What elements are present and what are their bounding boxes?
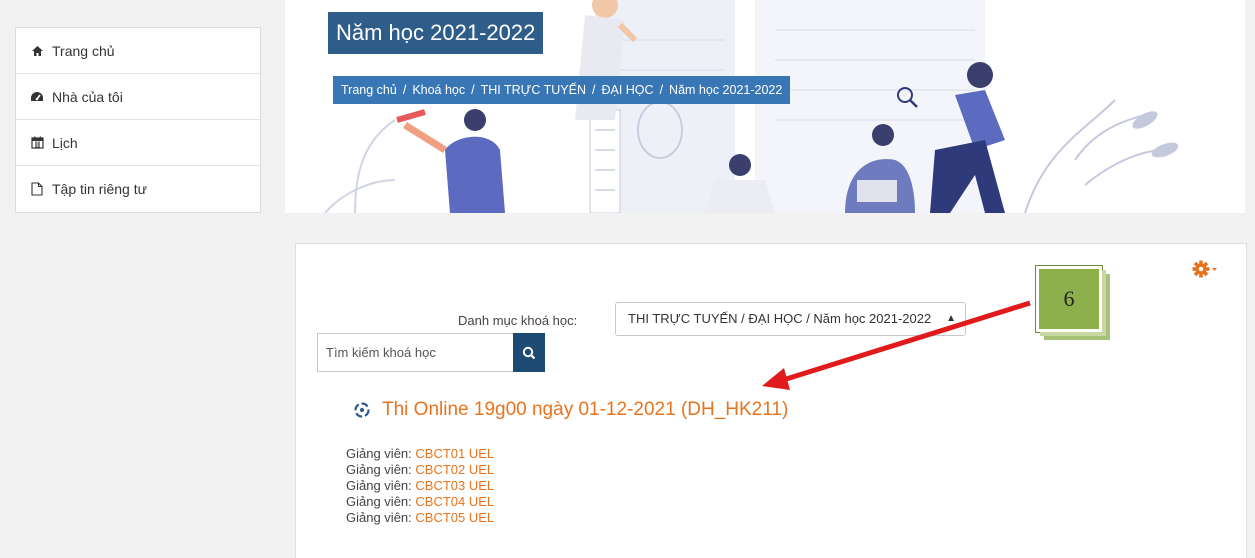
search-icon [522,346,536,359]
teacher-list: Giảng viên: CBCT01 UEL Giảng viên: CBCT0… [346,446,494,526]
breadcrumb-courses[interactable]: Khoá học [412,76,465,104]
dashboard-icon [30,91,44,103]
settings-menu-button[interactable] [1192,260,1218,283]
course-icon [354,402,370,423]
teacher-link[interactable]: CBCT01 UEL [415,446,494,461]
teacher-row: Giảng viên: CBCT01 UEL [346,446,495,461]
teacher-link[interactable]: CBCT02 UEL [415,462,494,477]
page-title: Năm học 2021-2022 [328,12,544,54]
home-icon [30,45,44,57]
course-search-input[interactable]: Tìm kiếm khoá học [317,333,513,372]
sidebar-nav: Trang chủ Nhà của tôi Lịch Tập tin riêng… [15,27,261,213]
breadcrumb-separator: / [659,83,664,97]
sidebar-item-calendar[interactable]: Lịch [16,120,260,166]
course-title-link[interactable]: Thi Online 19g00 ngày 01-12-2021 (DH_HK2… [382,399,788,421]
breadcrumb-school-year[interactable]: Năm học 2021-2022 [669,76,782,104]
sidebar-item-label: Trang chủ [52,42,115,59]
file-icon [30,182,44,196]
calendar-icon [30,136,44,149]
breadcrumb-separator: / [471,83,475,97]
teacher-link[interactable]: CBCT03 UEL [415,478,494,493]
sidebar-item-label: Tập tin riêng tư [52,181,147,197]
breadcrumb-home[interactable]: Trang chủ [341,76,397,104]
sidebar-item-private-files[interactable]: Tập tin riêng tư [16,166,260,212]
teacher-row: Giảng viên: CBCT04 UEL [346,494,495,509]
sidebar-item-label: Nhà của tôi [52,88,123,105]
search-button[interactable] [513,333,545,372]
select-caret-icon: ▲ [946,313,956,324]
breadcrumb: Trang chủ / Khoá học / THI TRỰC TUYẾN / … [333,76,791,104]
teacher-row: Giảng viên: CBCT05 UEL [346,510,495,525]
breadcrumb-university[interactable]: ĐẠI HỌC [601,76,653,104]
breadcrumb-separator: / [402,83,407,97]
teacher-link[interactable]: CBCT05 UEL [415,510,494,525]
category-select-value: THI TRỰC TUYẾN / ĐẠI HỌC / Năm học 2021-… [628,311,932,326]
teacher-link[interactable]: CBCT04 UEL [415,494,494,509]
sidebar-item-home[interactable]: Trang chủ [16,28,260,74]
category-select[interactable]: THI TRỰC TUYẾN / ĐẠI HỌC / Năm học 2021-… [615,302,966,336]
teacher-row: Giảng viên: CBCT02 UEL [346,462,495,477]
teacher-row: Giảng viên: CBCT03 UEL [346,478,495,493]
breadcrumb-separator: / [591,83,596,97]
gear-icon [1192,260,1217,278]
step-number-badge: 6 [1036,266,1102,332]
breadcrumb-online-exams[interactable]: THI TRỰC TUYẾN [481,76,586,104]
category-label: Danh mục khoá học: [458,313,578,328]
sidebar-item-label: Lịch [52,134,78,151]
sidebar-item-dashboard[interactable]: Nhà của tôi [16,74,260,120]
